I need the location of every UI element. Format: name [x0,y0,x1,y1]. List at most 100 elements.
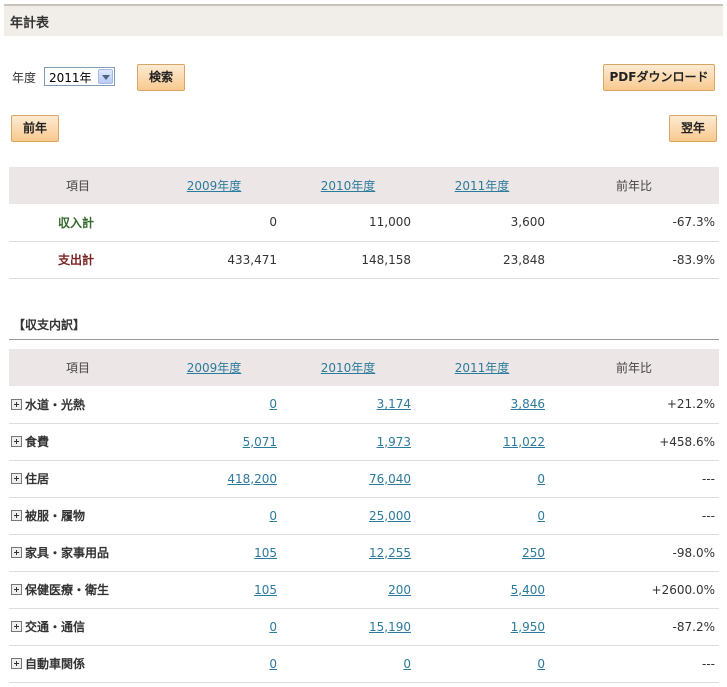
pdf-download-button[interactable]: PDFダウンロード [603,64,715,91]
table-row: 住居 418,200 76,040 0 --- [9,460,719,498]
header-2010-link[interactable]: 2010年度 [321,179,376,193]
category-label: 家具・家事用品 [25,546,110,560]
table-row: 水道・光熱 0 3,174 3,846 +21.2% [9,386,719,424]
next-year-button[interactable]: 翌年 [669,115,717,142]
summary-table: 項目 2009年度 2010年度 2011年度 前年比 収入計 0 11,000… [9,167,719,279]
expand-plus-icon[interactable] [11,510,22,521]
header-2011-link[interactable]: 2011年度 [455,179,510,193]
table-row: 保健医療・衛生 105 200 5,400 +2600.0% [9,571,719,609]
chevron-down-icon[interactable] [98,69,113,84]
cell-value: 200 [281,571,415,609]
expand-plus-icon[interactable] [11,621,22,632]
category-cell: 水道・光熱 [9,386,147,424]
page-title: 年計表 [10,16,50,31]
cell-value: 5,071 [147,423,281,461]
value-link[interactable]: 1,950 [511,620,545,634]
cell-value: 11,000 [281,204,415,242]
cell-rate: -67.3% [549,204,719,242]
expand-plus-icon[interactable] [11,584,22,595]
cell-value: 0 [147,645,281,683]
cell-value: 418,200 [147,460,281,498]
header-2010: 2010年度 [281,349,415,386]
value-link[interactable]: 0 [537,472,545,486]
category-cell: 家具・家事用品 [9,534,147,572]
expand-plus-icon[interactable] [11,658,22,669]
header-2009-link[interactable]: 2009年度 [187,179,242,193]
value-link[interactable]: 5,400 [511,583,545,597]
table-row: 交通・通信 0 15,190 1,950 -87.2% [9,608,719,646]
value-link[interactable]: 105 [254,546,277,560]
header-item: 項目 [9,167,147,204]
value-link[interactable]: 76,040 [369,472,411,486]
cell-value: 11,022 [415,423,549,461]
value-link[interactable]: 250 [522,546,545,560]
cell-value: 1,950 [415,608,549,646]
category-cell: 被服・履物 [9,497,147,535]
cell-rate: -98.0% [549,534,719,572]
value-link[interactable]: 1,973 [377,435,411,449]
income-total-label: 収入計 [9,204,147,242]
table-row: 食費 5,071 1,973 11,022 +458.6% [9,423,719,461]
cell-rate: --- [549,460,719,498]
breakdown-table: 項目 2009年度 2010年度 2011年度 前年比 水道・光熱 0 3,17… [9,349,719,683]
value-link[interactable]: 0 [537,657,545,671]
category-label: 水道・光熱 [25,397,86,412]
value-link[interactable]: 0 [269,620,277,634]
value-link[interactable]: 200 [388,583,411,597]
breakdown-title: 【収支内訳】 [13,318,86,332]
category-label: 自動車関係 [25,657,86,671]
expand-plus-icon[interactable] [11,398,22,410]
category-cell: 保健医療・衛生 [9,571,147,609]
value-link[interactable]: 15,190 [369,620,411,634]
expand-plus-icon[interactable] [11,547,22,558]
category-cell: 交通・通信 [9,608,147,646]
header-2011-link[interactable]: 2011年度 [455,361,510,375]
header-2009: 2009年度 [147,167,281,204]
category-label: 保健医療・衛生 [25,583,110,597]
value-link[interactable]: 0 [269,509,277,523]
category-label: 被服・履物 [25,509,86,523]
header-2009-link[interactable]: 2009年度 [187,361,242,375]
cell-value: 12,255 [281,534,415,572]
cell-rate: --- [549,645,719,683]
prev-year-button[interactable]: 前年 [11,115,59,142]
cell-value: 0 [415,497,549,535]
year-label: 年度 [12,71,37,85]
header-rate: 前年比 [549,167,719,204]
breakdown-section-title: 【収支内訳】 [9,316,719,340]
table-row: 家具・家事用品 105 12,255 250 -98.0% [9,534,719,572]
cell-value: 0 [147,608,281,646]
value-link[interactable]: 25,000 [369,509,411,523]
value-link[interactable]: 3,174 [377,397,411,411]
cell-value: 0 [415,460,549,498]
value-link[interactable]: 0 [269,657,277,671]
cell-rate: +21.2% [549,386,719,424]
expand-plus-icon[interactable] [11,473,22,484]
table-row: 被服・履物 0 25,000 0 --- [9,497,719,535]
search-button[interactable]: 検索 [137,64,185,91]
value-link[interactable]: 11,022 [503,435,545,449]
table-row: 収入計 0 11,000 3,600 -67.3% [9,204,719,242]
cell-value: 250 [415,534,549,572]
value-link[interactable]: 12,255 [369,546,411,560]
table-row: 支出計 433,471 148,158 23,848 -83.9% [9,241,719,279]
category-cell: 自動車関係 [9,645,147,683]
value-link[interactable]: 418,200 [227,472,277,486]
value-link[interactable]: 105 [254,583,277,597]
value-link[interactable]: 3,846 [511,397,545,411]
value-link[interactable]: 0 [537,509,545,523]
value-link[interactable]: 0 [403,657,411,671]
category-cell: 住居 [9,460,147,498]
header-2010-link[interactable]: 2010年度 [321,361,376,375]
category-cell: 食費 [9,423,147,461]
category-label: 食費 [25,435,50,449]
summary-header-row: 項目 2009年度 2010年度 2011年度 前年比 [9,167,719,204]
cell-value: 3,846 [415,386,549,424]
year-select[interactable]: 2011年 [44,67,115,86]
expand-plus-icon[interactable] [11,436,22,447]
value-link[interactable]: 5,071 [243,435,277,449]
cell-value: 76,040 [281,460,415,498]
cell-value: 0 [147,497,281,535]
value-link[interactable]: 0 [269,397,277,411]
cell-rate: --- [549,497,719,535]
